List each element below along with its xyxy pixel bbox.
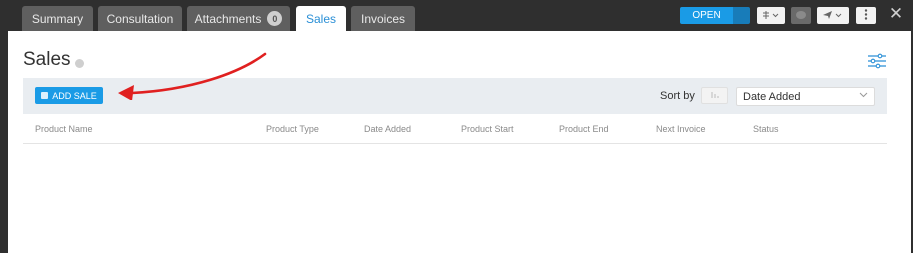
tab-label: Invoices (360, 11, 406, 26)
status-open-button[interactable]: OPEN (680, 7, 733, 24)
filter-settings-icon[interactable] (867, 52, 887, 70)
status-dropdown-toggle[interactable] (733, 7, 750, 24)
tab-consultation[interactable]: Consultation (98, 6, 182, 31)
column-header-status[interactable]: Status (753, 124, 779, 134)
chevron-down-icon (859, 90, 868, 101)
tab-invoices[interactable]: Invoices (351, 6, 415, 31)
add-sale-button[interactable]: ADD SALE (35, 87, 103, 104)
column-header-next-invoice[interactable]: Next Invoice (656, 124, 706, 134)
column-header-date-added[interactable]: Date Added (364, 124, 411, 134)
annotation-arrow (118, 52, 267, 100)
sort-direction-icon (710, 91, 720, 101)
table-header-divider (23, 143, 887, 144)
send-icon (821, 10, 845, 22)
send-dropdown-button[interactable] (817, 7, 849, 24)
more-icon (864, 9, 868, 22)
column-header-product-start[interactable]: Product Start (461, 124, 514, 134)
chat-button[interactable] (791, 7, 811, 24)
chat-icon (795, 10, 807, 22)
tab-label: Sales (305, 11, 337, 26)
tab-sales[interactable]: Sales (296, 6, 346, 31)
sort-field-value: Date Added (743, 90, 801, 103)
list-dropdown-icon (761, 10, 781, 22)
attachments-count-badge: 0 (267, 11, 283, 26)
column-header-product-end[interactable]: Product End (559, 124, 609, 134)
page-title: Sales (23, 49, 71, 70)
column-header-product-type[interactable]: Product Type (266, 124, 319, 134)
tab-attachments[interactable]: Attachments 0 (187, 6, 290, 31)
tab-label: Summary (31, 11, 84, 26)
close-icon[interactable]: ✕ (888, 5, 904, 23)
more-button[interactable] (856, 7, 876, 24)
list-dropdown-button[interactable] (757, 7, 785, 24)
status-label: OPEN (692, 10, 721, 21)
tab-summary[interactable]: Summary (22, 6, 93, 31)
shopping-bag-icon (41, 92, 49, 99)
tab-label: Attachments (194, 11, 262, 26)
sort-by-label: Sort by (660, 90, 695, 102)
tab-label: Consultation (106, 11, 174, 26)
add-sale-label: ADD SALE (52, 90, 97, 101)
sort-field-select[interactable]: Date Added (736, 87, 875, 106)
sort-direction-button[interactable] (701, 87, 728, 104)
top-bar: Summary Consultation Attachments 0 Sales… (0, 0, 913, 31)
info-icon[interactable] (75, 59, 84, 68)
column-header-product-name[interactable]: Product Name (35, 124, 93, 134)
